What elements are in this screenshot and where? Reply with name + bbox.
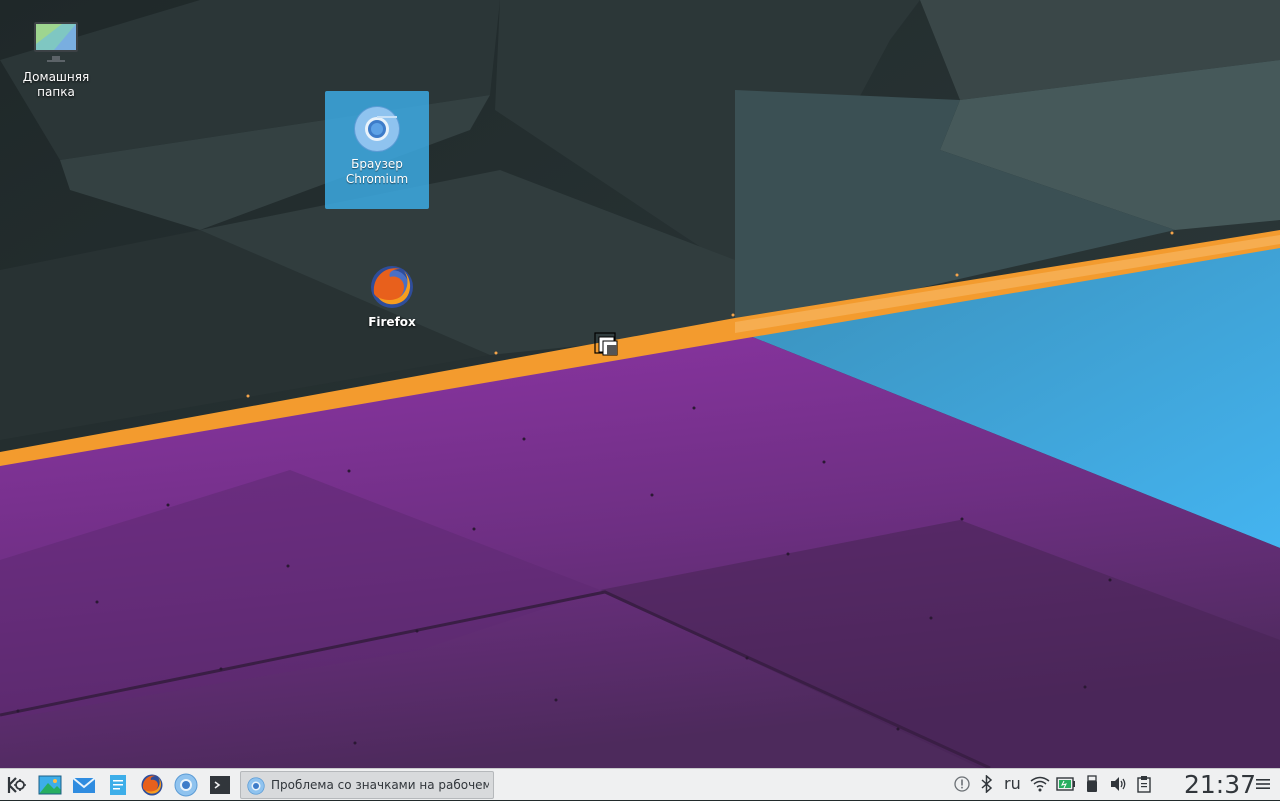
tray-notifications[interactable] <box>954 776 970 796</box>
desktop-icon-firefox[interactable]: Firefox <box>340 263 444 330</box>
firefox-icon <box>368 263 416 311</box>
tray-wifi[interactable] <box>1030 776 1050 796</box>
application-launcher-button[interactable] <box>4 773 28 797</box>
mouse-cursor-icon <box>594 332 618 356</box>
desktop-icon-label: Домашняя папка <box>22 70 90 99</box>
panel-menu-icon <box>1256 779 1270 789</box>
bluetooth-icon <box>981 774 993 794</box>
tray-usb-device[interactable] <box>1086 775 1098 795</box>
text-editor-icon <box>110 775 126 795</box>
firefox-icon <box>141 774 163 796</box>
chromium-icon <box>174 773 198 797</box>
tray-volume[interactable] <box>1110 776 1128 796</box>
tray-keyboard-layout[interactable]: ru <box>1004 774 1021 794</box>
notifications-icon <box>954 776 970 792</box>
usb-device-icon <box>1087 775 1097 792</box>
home-folder-icon <box>32 18 80 66</box>
kde-application-launcher-icon <box>7 777 26 793</box>
mail-icon <box>72 777 96 793</box>
launcher-chromium[interactable] <box>174 773 198 797</box>
launcher-text-editor[interactable] <box>106 773 130 797</box>
tray-clipboard[interactable] <box>1136 775 1152 795</box>
desktop-icon-chromium[interactable]: Браузер Chromium <box>325 91 429 209</box>
chromium-icon <box>353 105 401 153</box>
taskbar-task-chromium-window[interactable]: Проблема со значками на рабочем <box>240 771 494 799</box>
panel-taskbar: Проблема со значками на рабочем ru 21:37 <box>0 768 1280 800</box>
launcher-firefox[interactable] <box>140 773 164 797</box>
volume-icon <box>1111 777 1126 791</box>
image-viewer-icon <box>38 775 62 795</box>
tray-battery[interactable] <box>1056 777 1076 797</box>
desktop-icon-label: Браузер Chromium <box>345 157 409 186</box>
task-title: Проблема со значками на рабочем <box>271 778 489 792</box>
clipboard-icon <box>1137 776 1151 793</box>
chromium-icon <box>247 777 265 795</box>
launcher-mail[interactable] <box>72 773 96 797</box>
launcher-terminal[interactable] <box>208 773 232 797</box>
desktop-wallpaper <box>0 0 1280 768</box>
wifi-icon <box>1030 776 1050 792</box>
desktop-icon-home-folder[interactable]: Домашняя папка <box>4 18 108 100</box>
panel-menu-button[interactable] <box>1256 778 1270 798</box>
terminal-icon <box>210 776 230 794</box>
launcher-image-viewer[interactable] <box>38 773 62 797</box>
desktop-icon-label: Firefox <box>368 315 416 329</box>
tray-bluetooth[interactable] <box>980 774 994 795</box>
battery-icon <box>1056 777 1075 791</box>
digital-clock[interactable]: 21:37 <box>1184 770 1256 799</box>
